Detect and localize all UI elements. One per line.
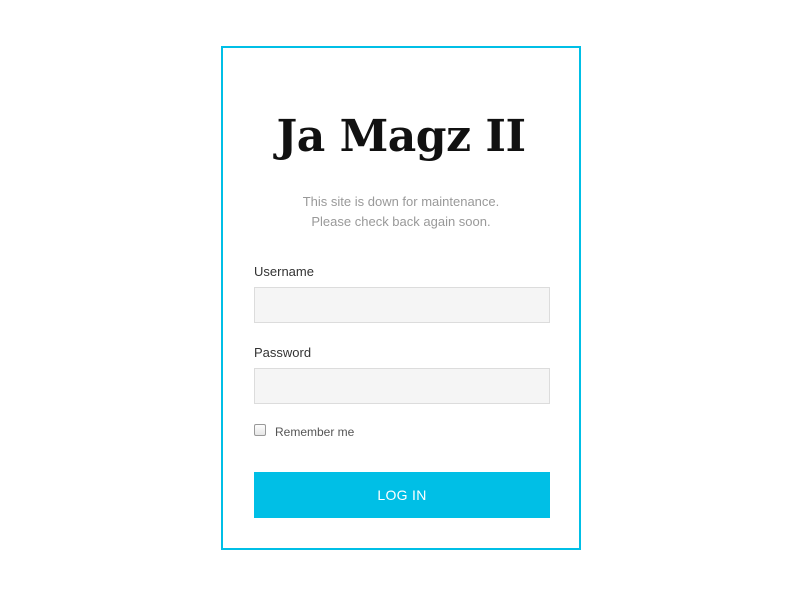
remember-me-checkbox[interactable]: [254, 424, 266, 436]
maintenance-line-1: This site is down for maintenance.: [302, 194, 500, 209]
login-panel: Ja Magz II This site is down for mainten…: [221, 46, 581, 550]
login-button[interactable]: LOG IN: [254, 472, 550, 518]
maintenance-line-2: Please check back again soon.: [311, 214, 491, 229]
remember-me-label[interactable]: Remember me: [275, 425, 354, 439]
username-input[interactable]: [254, 287, 550, 323]
password-input[interactable]: [254, 368, 550, 404]
site-title: Ja Magz II: [276, 111, 526, 162]
password-label: Password: [254, 345, 312, 360]
maintenance-message: This site is down for maintenance. Pleas…: [223, 192, 579, 232]
username-label: Username: [254, 264, 314, 279]
